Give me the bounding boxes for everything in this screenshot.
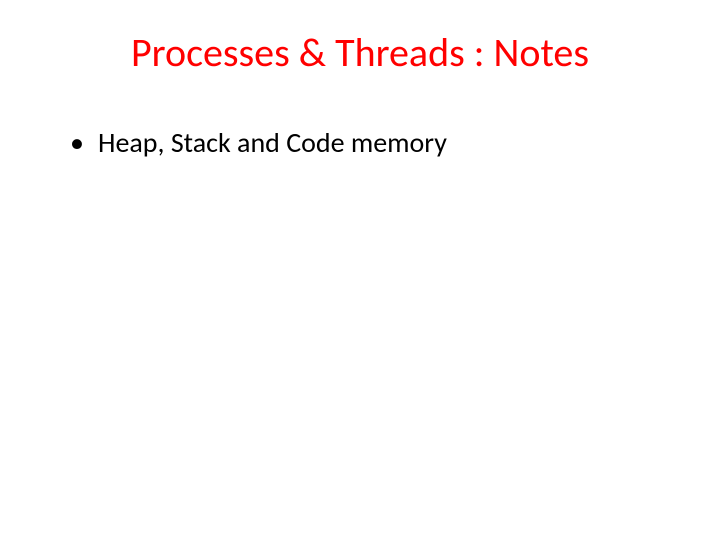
bullet-item: Heap, Stack and Code memory	[70, 125, 660, 161]
bullet-list: Heap, Stack and Code memory	[60, 125, 660, 161]
slide-container: Processes & Threads : Notes Heap, Stack …	[0, 0, 720, 540]
slide-title: Processes & Threads : Notes	[60, 28, 660, 77]
